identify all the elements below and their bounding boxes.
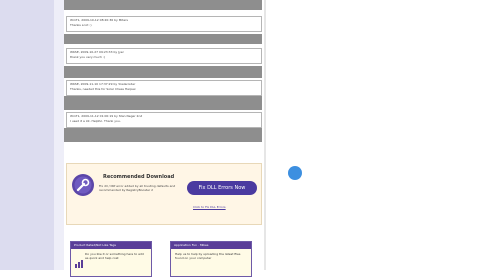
comment-item: WinT1, 2009-11-12 01:00:19 by Stan Neger… — [66, 112, 262, 128]
info-card-text: Help us to help by uploading the latest … — [175, 252, 241, 260]
left-edge — [54, 0, 64, 270]
comment-text: Thanks, needed this for Solar Chess Harp… — [70, 87, 136, 91]
comment-text: I used it a lot. Helpful. Thank you. — [70, 119, 121, 123]
comment-meta: WinT1, 2009-10-12 08:20:36 by Miters — [70, 18, 128, 22]
comment-meta: WinT1, 2009-11-12 01:00:19 by Stan Neger… — [70, 114, 143, 118]
info-card-text: Do you like it or something here to add … — [85, 252, 144, 260]
fix-dll-errors-button[interactable]: Fix DLL Errors Now — [187, 181, 257, 195]
cursor-indicator — [288, 166, 302, 180]
comment-item: WKSE, 2009-11-10 17:37:29 by Yowlaroider… — [66, 80, 262, 96]
left-margin — [0, 0, 54, 270]
info-card: Product Rated/Not Like Tags Do you like … — [70, 241, 152, 277]
post-header — [64, 96, 262, 110]
wrench-logo-icon — [72, 174, 94, 196]
post-header — [64, 34, 262, 44]
content-divider — [264, 0, 266, 270]
promo-description: Fix dll / IRP error added by all trustin… — [99, 184, 176, 192]
comment-text: Thanks a lot :) — [70, 23, 92, 27]
post-header — [64, 0, 262, 10]
comment-meta: WKSE, 2009-10-27 09:23:33 by Jyer — [70, 50, 124, 54]
fix-dll-errors-link[interactable]: Click to Fix DLL Errors — [193, 205, 226, 209]
comment-item: WinT1, 2009-10-12 08:20:36 by Miters Tha… — [66, 16, 262, 32]
post-header — [64, 128, 262, 142]
info-card: Application Fun · Mikes Help us to help … — [170, 241, 252, 277]
info-card-header: Application Fun · Mikes — [171, 242, 251, 249]
page-content: WinT1, 2009-10-12 08:20:36 by Miters Tha… — [64, 0, 264, 277]
chart-icon — [75, 253, 83, 268]
post-header — [64, 66, 262, 78]
info-card-header: Product Rated/Not Like Tags — [71, 242, 151, 249]
recommended-download-panel: Recommended Download Fix dll / IRP error… — [66, 163, 262, 225]
comment-meta: WKSE, 2009-11-10 17:37:29 by Yowlaroider — [70, 82, 136, 86]
promo-title: Recommended Download — [103, 174, 175, 180]
comment-item: WKSE, 2009-10-27 09:23:33 by Jyer thank … — [66, 48, 262, 64]
comment-text: thank you very much :) — [70, 55, 106, 59]
